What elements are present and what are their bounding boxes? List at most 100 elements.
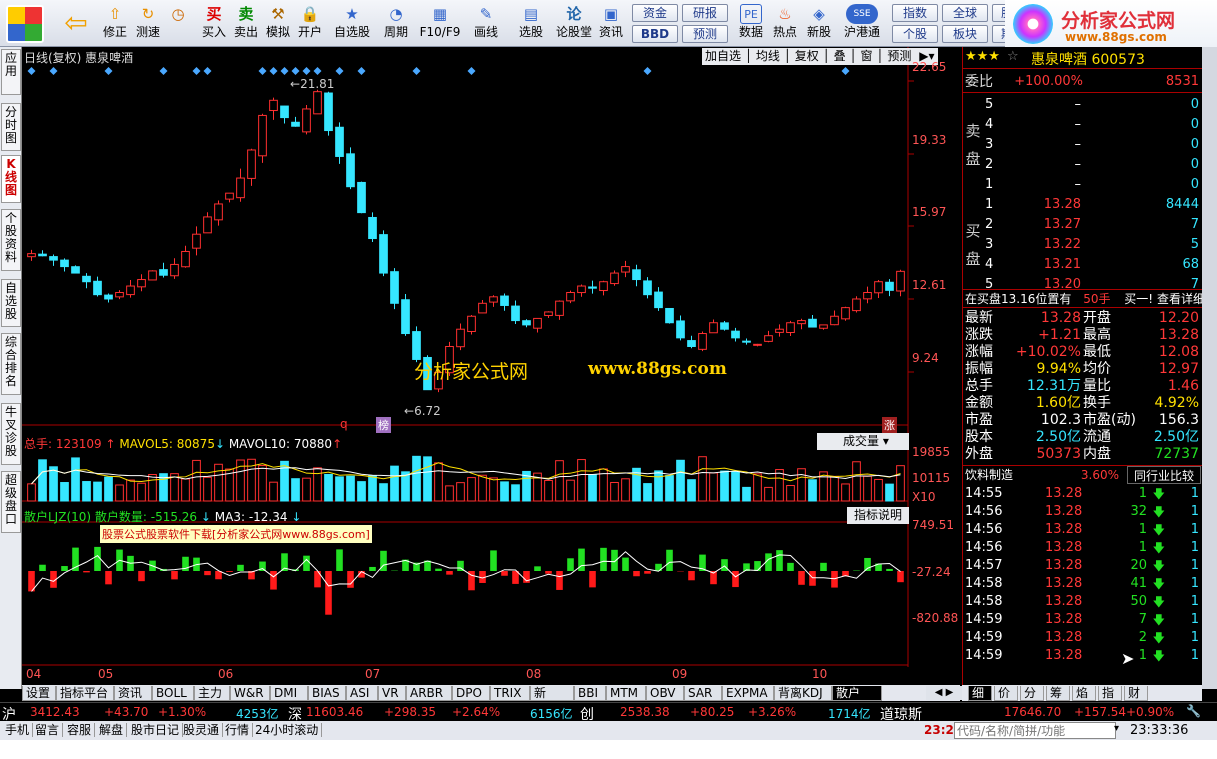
indicator-bar: [501, 571, 508, 576]
indicator-tab[interactable]: BOLL: [152, 686, 194, 701]
window-button[interactable]: 窗: [861, 49, 873, 63]
research-button[interactable]: 研报: [682, 4, 728, 22]
indicator-tab[interactable]: 指标平台: [56, 686, 114, 701]
indicator-tab[interactable]: EXPMA: [722, 686, 774, 701]
open-account-button[interactable]: 🔒 开户: [296, 2, 324, 45]
signal-diamond: [467, 67, 476, 75]
tab-super-panel[interactable]: 超级盘口: [1, 471, 21, 533]
indicator-tab[interactable]: 新DMA: [530, 686, 574, 714]
status-item[interactable]: 24小时滚动: [252, 723, 323, 737]
period-button[interactable]: ◔ 周期: [378, 2, 414, 45]
tab-scroll-arrows[interactable]: ◀ ▶: [926, 686, 962, 700]
quote-tab[interactable]: 价: [994, 686, 1018, 701]
candle-body: [819, 324, 828, 329]
tab-apps[interactable]: 应用: [1, 49, 21, 95]
global-button[interactable]: 全球: [942, 4, 988, 22]
tab-timeshare[interactable]: 分时图: [1, 103, 21, 151]
marker-bang[interactable]: 榜: [376, 417, 391, 433]
volume-bar: [291, 478, 300, 502]
indicator-tab[interactable]: 主力: [194, 686, 230, 701]
index-button[interactable]: 指数: [892, 4, 938, 22]
indicator-tab[interactable]: BBI: [574, 686, 606, 701]
indicator-tab[interactable]: 散户LJZ: [832, 686, 882, 714]
status-item[interactable]: 解盘: [96, 723, 128, 737]
tab-watchlist[interactable]: 自选股: [1, 279, 21, 327]
app-logo-icon[interactable]: [6, 5, 44, 43]
back-icon[interactable]: ⇦: [58, 6, 94, 40]
indicator-tab[interactable]: OBV: [646, 686, 684, 701]
stock-select-button[interactable]: ▤ 选股: [512, 2, 550, 45]
speed-test-button[interactable]: ↻ 测速: [134, 2, 162, 45]
bbd-button[interactable]: BBD: [632, 25, 678, 43]
hk-connect-button[interactable]: SSE 沪港通: [840, 2, 884, 45]
watchlist-button[interactable]: ★ 自选股: [332, 2, 372, 45]
wrench-icon[interactable]: 🔧: [1186, 704, 1201, 718]
indicator-tab[interactable]: ASI: [346, 686, 378, 701]
tab-ranking[interactable]: 综合排名: [1, 333, 21, 395]
adjust-button[interactable]: 复权: [795, 49, 819, 63]
ma-button[interactable]: 均线: [756, 49, 780, 63]
indicator-tab[interactable]: BIAS: [308, 686, 346, 701]
quote-tab[interactable]: 指: [1098, 686, 1122, 701]
search-dropdown-icon[interactable]: ▾: [1114, 723, 1119, 734]
predict-button[interactable]: 预测: [887, 49, 911, 63]
marker-zhang[interactable]: 涨: [882, 417, 897, 433]
buy-button[interactable]: 买买入: [200, 2, 228, 45]
indicator-tab[interactable]: DPO: [452, 686, 490, 701]
quote-tab[interactable]: 细: [968, 686, 992, 701]
status-item[interactable]: 容服: [64, 723, 96, 737]
new-stock-button[interactable]: ◈ 新股: [804, 2, 834, 45]
status-item[interactable]: 留言: [32, 723, 64, 737]
quote-tab[interactable]: 焰: [1072, 686, 1096, 701]
fix-button[interactable]: ⇧ 修正: [100, 2, 130, 45]
volume-bar: [830, 475, 839, 502]
overlay-button[interactable]: 叠: [834, 49, 846, 63]
status-item[interactable]: 股市日记: [128, 723, 184, 737]
fund-button[interactable]: 资金: [632, 4, 678, 22]
status-item[interactable]: 行情: [222, 723, 254, 737]
candle-body: [478, 302, 487, 314]
chart-area[interactable]: 日线(复权) 惠泉啤酒 加自选 │ 均线 │ 复权 │ 叠 │ 窗 │ 预测 ▶…: [22, 47, 960, 689]
ask-row: 5–0: [985, 97, 1199, 112]
indicator-tab[interactable]: MTM: [606, 686, 646, 701]
clock-button[interactable]: ◷测速: [164, 2, 192, 45]
simulate-button[interactable]: ⚒ 模拟: [264, 2, 292, 45]
indicator-tab[interactable]: 资讯: [114, 686, 152, 701]
search-input[interactable]: [954, 722, 1116, 739]
tab-kline[interactable]: K线图: [1, 155, 21, 203]
indicator-bar: [897, 571, 904, 583]
detail-link[interactable]: 查看详细: [1157, 292, 1205, 306]
sector-button[interactable]: 板块: [942, 25, 988, 43]
industry-compare-button[interactable]: 同行业比较: [1127, 466, 1201, 484]
hot-button[interactable]: ♨ 热点: [770, 2, 800, 45]
f10-button[interactable]: ▦ F10/F9: [418, 2, 462, 45]
quote-tab[interactable]: 筹: [1046, 686, 1070, 701]
quote-tab[interactable]: 分: [1020, 686, 1044, 701]
indicator-tab[interactable]: 背离KDJ: [774, 686, 832, 701]
forum-button[interactable]: 论论股堂: [554, 2, 594, 45]
volume-bar: [500, 481, 509, 502]
right-scrollbar[interactable]: [1202, 47, 1217, 689]
indicator-tab[interactable]: ARBR: [406, 686, 452, 701]
indicator-help-button[interactable]: 指标说明: [847, 507, 909, 524]
single-stock-button[interactable]: 个股: [892, 25, 938, 43]
indicator-tab[interactable]: DMI: [270, 686, 308, 701]
status-item[interactable]: 手机: [2, 723, 34, 737]
quote-tab[interactable]: 财: [1124, 686, 1148, 701]
tab-diagnose[interactable]: 牛叉诊股: [1, 403, 21, 465]
indicator-tab[interactable]: 设置: [22, 686, 56, 701]
sell-button[interactable]: 卖卖出: [232, 2, 260, 45]
add-watch-button[interactable]: 加自选: [705, 49, 741, 63]
tab-stock-info[interactable]: 个股资料: [1, 209, 21, 271]
volume-select[interactable]: 成交量 ▾: [817, 433, 909, 450]
forecast-button[interactable]: 预测: [682, 25, 728, 43]
volume-bar: [445, 485, 454, 502]
indicator-tab[interactable]: VR: [378, 686, 406, 701]
data-button[interactable]: PE 数据: [736, 2, 766, 45]
indicator-tab[interactable]: W&R: [230, 686, 270, 701]
news-button[interactable]: ▣ 资讯: [596, 2, 626, 45]
draw-line-button[interactable]: ✎ 画线: [466, 2, 506, 45]
indicator-tab[interactable]: TRIX: [490, 686, 530, 701]
indicator-tab[interactable]: SAR: [684, 686, 722, 701]
status-item[interactable]: 股灵通: [180, 723, 224, 737]
